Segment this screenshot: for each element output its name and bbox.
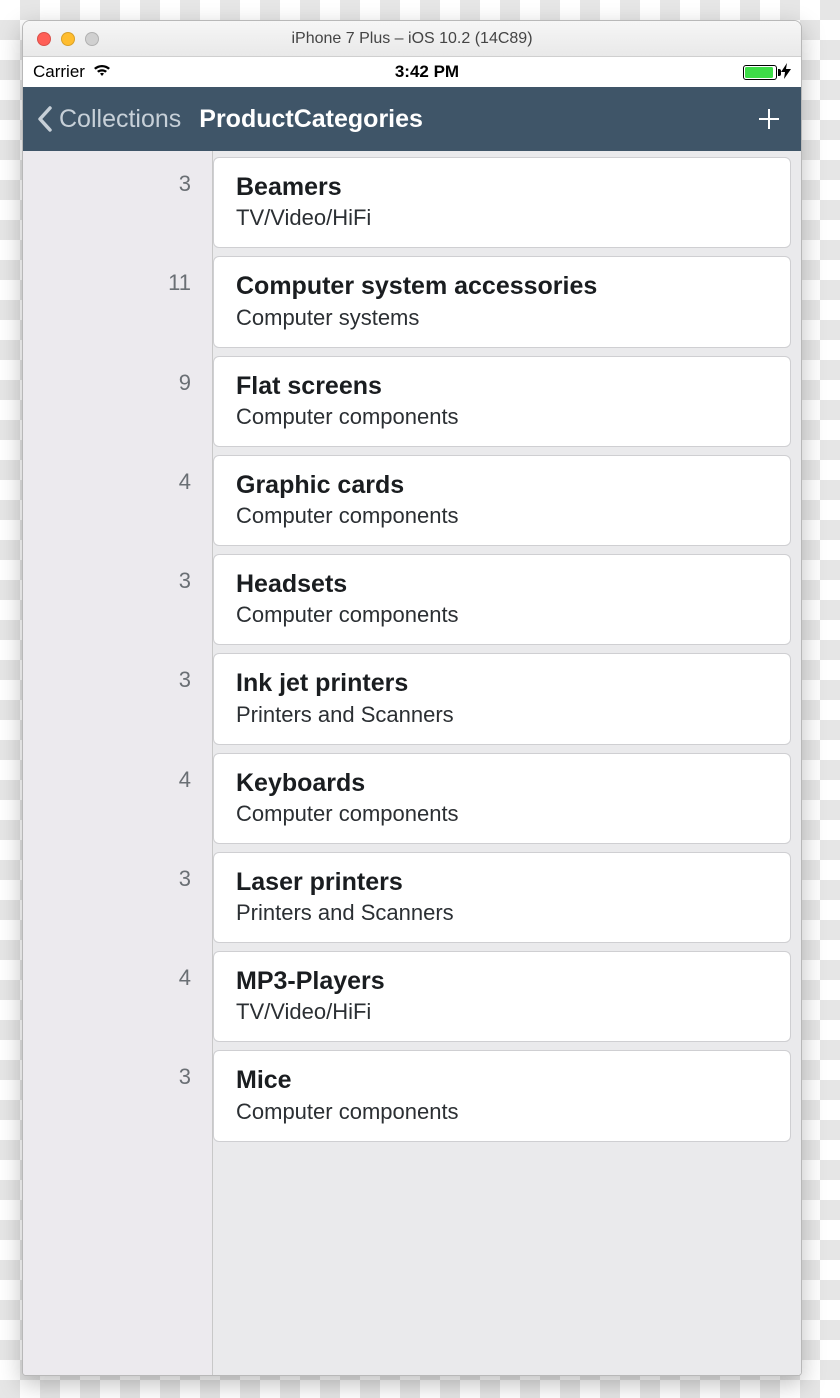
list-row[interactable]: 4Graphic cardsComputer components [23,455,801,546]
item-count: 9 [23,356,213,447]
back-label[interactable]: Collections [59,105,181,134]
minimize-window-button[interactable] [61,32,75,46]
item-title: Mice [236,1065,772,1096]
list-row[interactable]: 9Flat screensComputer components [23,356,801,447]
clock-label: 3:42 PM [395,62,459,82]
item-count: 3 [23,653,213,744]
nav-title: ProductCategories [199,105,745,134]
battery-icon [743,65,777,80]
mac-titlebar: iPhone 7 Plus – iOS 10.2 (14C89) [23,21,801,57]
ios-statusbar: Carrier 3:42 PM [23,57,801,87]
list-row[interactable]: 3BeamersTV/Video/HiFi [23,157,801,248]
list-row[interactable]: 4MP3-PlayersTV/Video/HiFi [23,951,801,1042]
navigation-bar: Collections ProductCategories [23,87,801,151]
list-item[interactable]: Flat screensComputer components [213,356,791,447]
list-row[interactable]: 3 Mice Computer components [23,1050,801,1141]
list-item[interactable]: Graphic cardsComputer components [213,455,791,546]
item-subtitle: Printers and Scanners [236,702,772,728]
item-title: Computer system accessories [236,271,772,302]
item-title: MP3-Players [236,966,772,997]
back-button[interactable] [37,105,53,133]
list-item[interactable]: HeadsetsComputer components [213,554,791,645]
item-count: 11 [23,256,213,347]
ios-screen: Carrier 3:42 PM Collections ProductCateg… [23,57,801,1375]
list-row[interactable]: 3 Ink jet printers Printers and Scanners [23,653,801,744]
item-count: 4 [23,951,213,1042]
list-row[interactable]: 11Computer system accessoriesComputer sy… [23,256,801,347]
item-subtitle: TV/Video/HiFi [236,999,772,1025]
list-item[interactable]: Ink jet printers Printers and Scanners [213,653,791,744]
item-subtitle: Computer components [236,1099,772,1125]
wifi-icon [93,63,111,82]
item-subtitle: Computer components [236,404,772,430]
item-count: 3 [23,852,213,943]
list-item[interactable]: Laser printersPrinters and Scanners [213,852,791,943]
item-subtitle: Computer components [236,602,772,628]
zoom-window-button[interactable] [85,32,99,46]
item-title: Beamers [236,172,772,203]
content-area: 3BeamersTV/Video/HiFi11Computer system a… [23,151,801,1375]
item-subtitle: Computer components [236,503,772,529]
window-title: iPhone 7 Plus – iOS 10.2 (14C89) [23,30,801,48]
list-row[interactable]: 3Laser printersPrinters and Scanners [23,852,801,943]
traffic-lights [23,32,99,46]
list-row[interactable]: 3HeadsetsComputer components [23,554,801,645]
item-title: Keyboards [236,768,772,799]
add-button[interactable] [751,101,787,137]
item-title: Headsets [236,569,772,600]
simulator-window: iPhone 7 Plus – iOS 10.2 (14C89) Carrier… [22,20,802,1376]
charging-icon [781,63,791,82]
item-count: 3 [23,157,213,248]
close-window-button[interactable] [37,32,51,46]
item-count: 4 [23,455,213,546]
carrier-label: Carrier [33,62,85,82]
item-subtitle: Printers and Scanners [236,900,772,926]
list-item[interactable]: Mice Computer components [213,1050,791,1141]
list-row[interactable]: 4KeyboardsComputer components [23,753,801,844]
item-count: 3 [23,554,213,645]
item-subtitle: TV/Video/HiFi [236,205,772,231]
item-title: Graphic cards [236,470,772,501]
list-item[interactable]: Computer system accessories Computer syst… [213,256,791,347]
item-count: 3 [23,1050,213,1141]
item-title: Flat screens [236,371,772,402]
item-title: Ink jet printers [236,668,772,699]
item-subtitle: Computer components [236,801,772,827]
item-title: Laser printers [236,867,772,898]
item-count: 4 [23,753,213,844]
list-item[interactable]: BeamersTV/Video/HiFi [213,157,791,248]
list-item[interactable]: MP3-PlayersTV/Video/HiFi [213,951,791,1042]
item-subtitle: Computer systems [236,305,772,331]
list-item[interactable]: KeyboardsComputer components [213,753,791,844]
